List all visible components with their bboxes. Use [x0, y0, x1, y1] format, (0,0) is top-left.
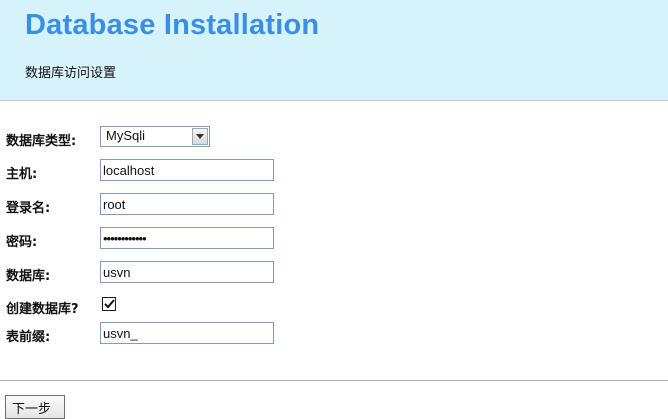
- login-input[interactable]: root: [100, 193, 274, 215]
- login-label: 登录名:: [6, 201, 51, 216]
- db-type-label: 数据库类型:: [6, 134, 77, 149]
- next-button[interactable]: 下一步: [5, 395, 65, 419]
- db-type-value: MySqli: [106, 128, 146, 143]
- divider: [0, 380, 668, 381]
- row-password: 密码: ••••••••••••: [0, 225, 400, 251]
- row-db-type: 数据库类型: MySqli: [0, 124, 400, 150]
- page-subtitle: 数据库访问设置: [25, 66, 117, 81]
- prefix-input[interactable]: usvn_: [100, 322, 274, 344]
- row-host: 主机: localhost: [0, 157, 400, 183]
- database-label: 数据库:: [6, 269, 51, 284]
- row-login: 登录名: root: [0, 191, 400, 217]
- page-title: Database Installation: [25, 9, 320, 41]
- create-db-label: 创建数据库?: [6, 302, 79, 317]
- database-input[interactable]: usvn: [100, 261, 274, 283]
- password-input[interactable]: ••••••••••••: [100, 227, 274, 249]
- password-label: 密码:: [6, 235, 38, 250]
- checkmark-icon: [104, 299, 115, 309]
- db-type-select[interactable]: MySqli: [100, 126, 210, 147]
- create-db-checkbox[interactable]: [102, 297, 116, 311]
- prefix-label: 表前缀:: [6, 330, 51, 345]
- chevron-down-icon[interactable]: [192, 128, 208, 145]
- host-input[interactable]: localhost: [100, 159, 274, 181]
- row-database: 数据库: usvn: [0, 259, 400, 285]
- page-header: Database Installation 数据库访问设置: [0, 0, 668, 101]
- row-create-db: 创建数据库?: [0, 292, 400, 318]
- host-label: 主机:: [6, 167, 38, 182]
- row-prefix: 表前缀: usvn_: [0, 320, 400, 346]
